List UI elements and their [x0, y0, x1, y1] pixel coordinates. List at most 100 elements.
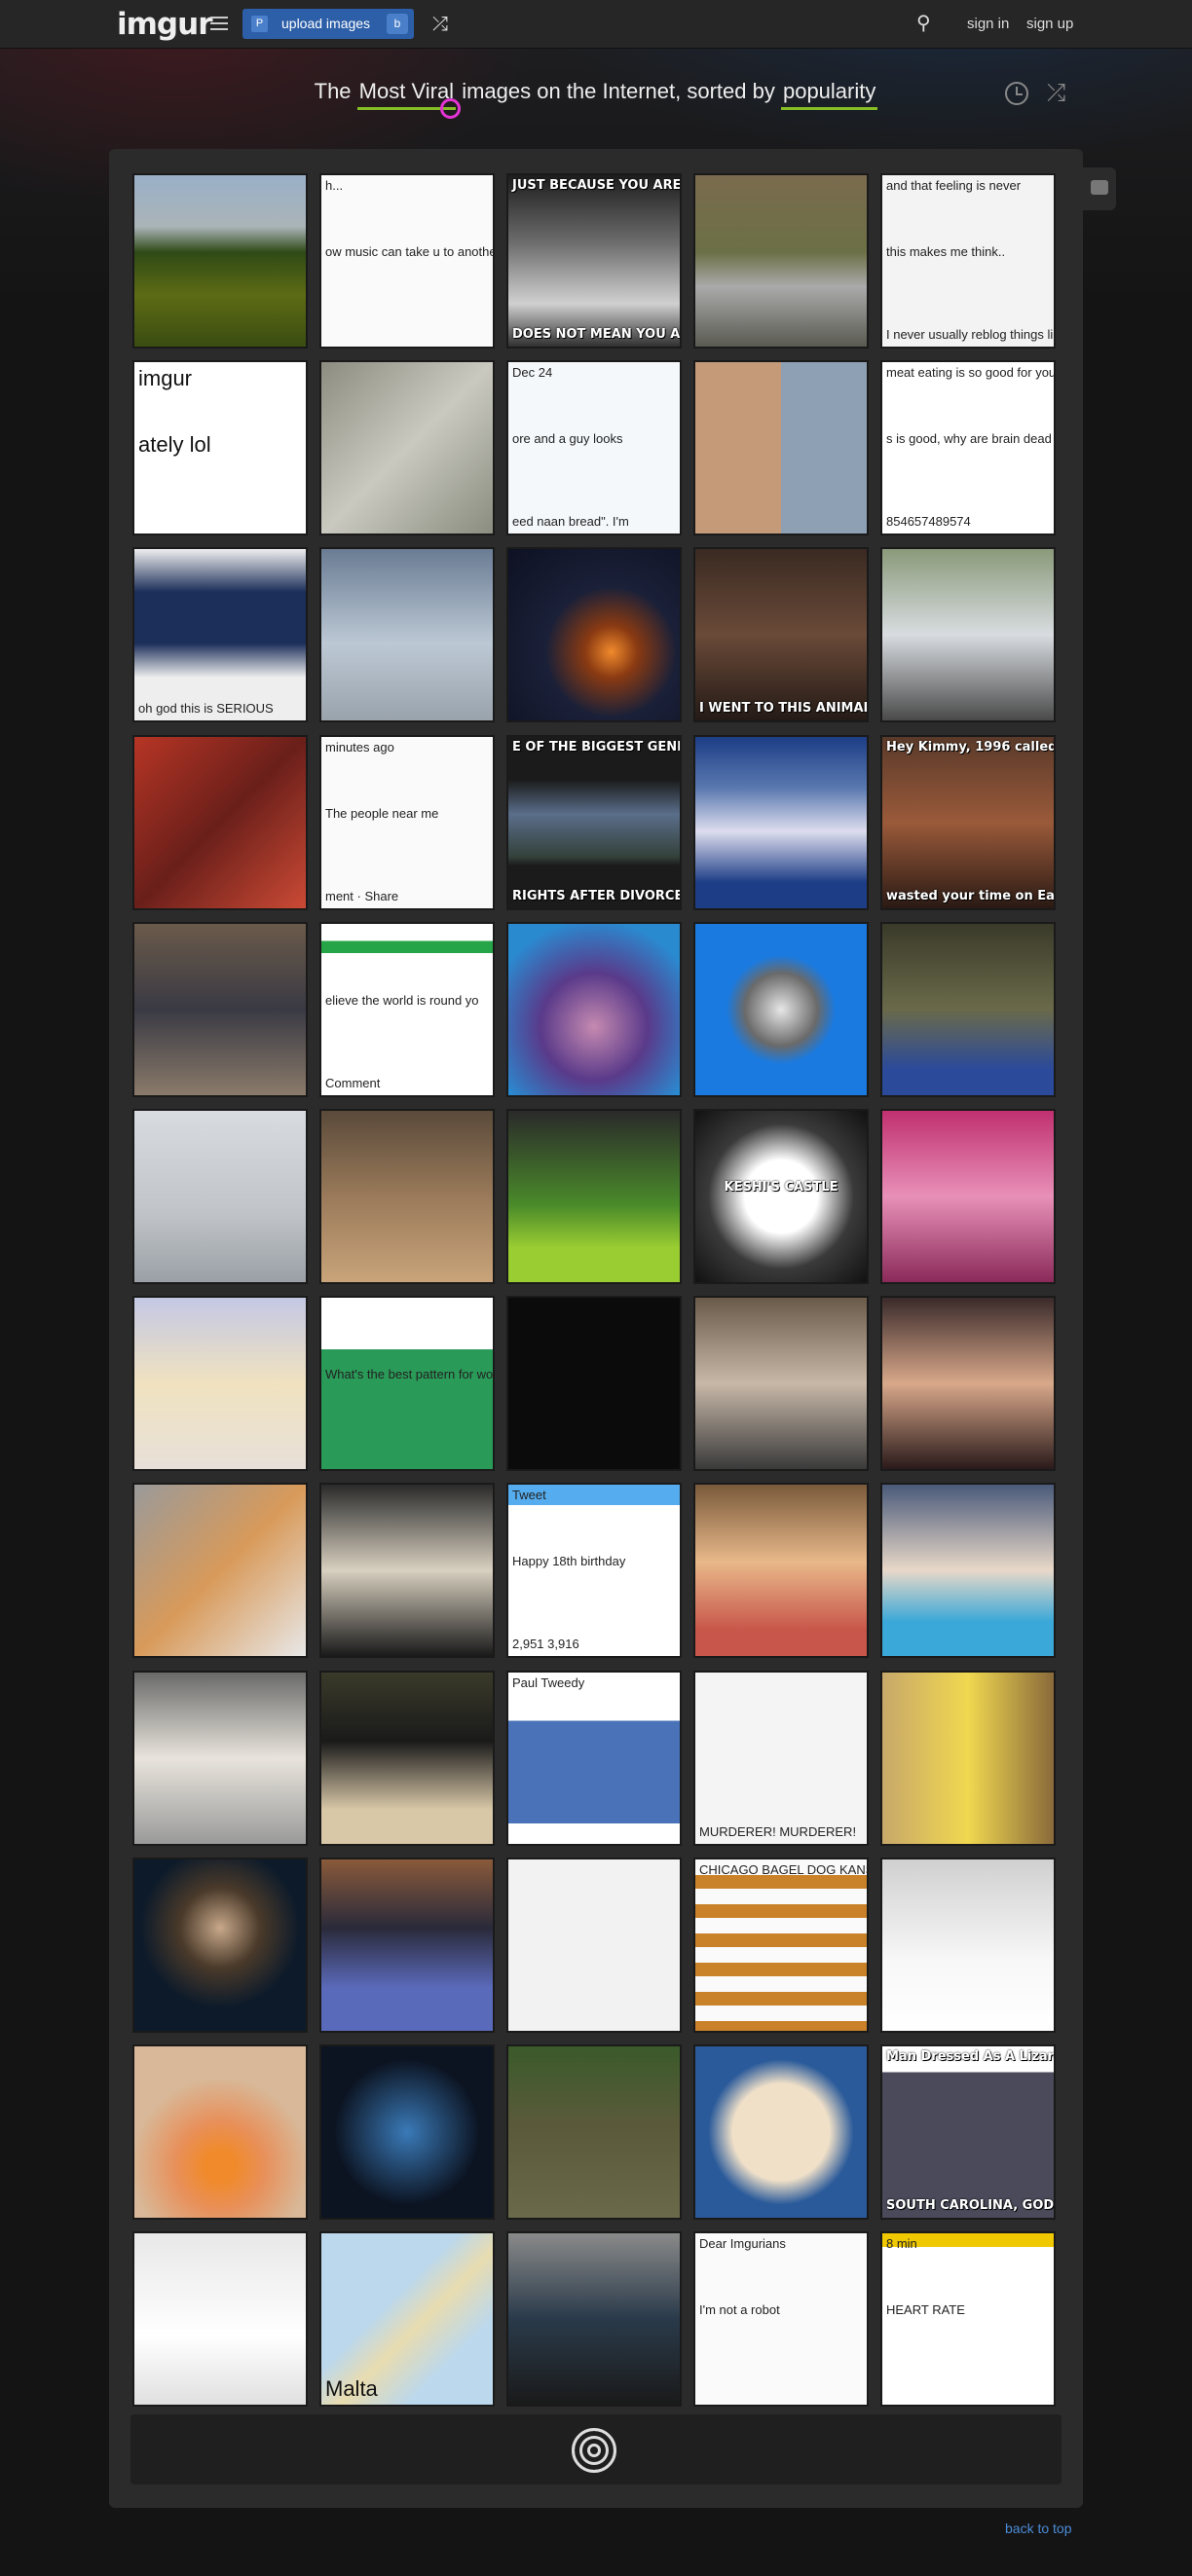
- gallery-thumbnail[interactable]: [132, 1109, 308, 1284]
- sign-up-link[interactable]: sign up: [1026, 16, 1073, 32]
- thumbnail-caption-bot: [134, 2025, 306, 2029]
- thumbnail-caption-top: [134, 739, 306, 743]
- gallery-thumbnail[interactable]: [132, 2044, 308, 2220]
- gallery-thumbnail[interactable]: [132, 922, 308, 1097]
- gallery-thumbnail[interactable]: MURDERER! MURDERER!: [693, 1671, 869, 1846]
- gallery-thumbnail[interactable]: [506, 2044, 682, 2220]
- gallery-thumbnail[interactable]: and that feeling is never this makes me t…: [880, 173, 1056, 349]
- search-icon[interactable]: ⚲: [916, 11, 931, 35]
- gallery-thumbnail[interactable]: [132, 735, 308, 910]
- gallery-thumbnail[interactable]: [880, 1671, 1056, 1846]
- gallery-thumbnail[interactable]: Hey Kimmy, 1996 called. wasted your time …: [880, 735, 1056, 910]
- thumbnail-caption-bot: [882, 1838, 1054, 1842]
- back-to-top-link[interactable]: back to top: [1005, 2521, 1072, 2536]
- thumbnail-caption-top: [134, 177, 306, 181]
- gallery-thumbnail[interactable]: [506, 1858, 682, 2033]
- gallery-thumbnail[interactable]: Tweet Happy 18th birthday 2,951 3,916: [506, 1483, 682, 1658]
- thumbnail-caption-top: [321, 1300, 493, 1304]
- gallery-thumbnail[interactable]: Dear Imgurians I'm not a robot: [693, 2231, 869, 2407]
- gallery-thumbnail[interactable]: CHICAGO BAGEL DOG KANSAS CITY: [693, 1858, 869, 2033]
- gallery-thumbnail[interactable]: elieve the world is round yo Comment: [319, 922, 495, 1097]
- gallery-thumbnail[interactable]: I WENT TO THIS ANIMAL HO... GET ME A PIT…: [693, 547, 869, 722]
- gallery-thumbnail[interactable]: [132, 1483, 308, 1658]
- cursor-highlight: [440, 98, 461, 119]
- thumbnail-caption-mid: [321, 1179, 493, 1183]
- thumbnail-caption-mid: ately lol: [138, 432, 211, 457]
- gallery-thumbnail[interactable]: [880, 1858, 1056, 2033]
- thumbnail-caption-mid: [321, 2301, 493, 2305]
- thumbnail-caption-mid: [134, 1366, 306, 1370]
- thumbnail-caption-bot: I never usually reblog things like this: [886, 327, 1054, 343]
- thumbnail-caption-mid: [508, 1741, 680, 1745]
- sort-order-selector[interactable]: popularity: [780, 79, 878, 110]
- gallery-thumbnail[interactable]: [880, 922, 1056, 1097]
- gallery-thumbnail[interactable]: [693, 360, 869, 535]
- thumbnail-caption-top: and that feeling is never: [886, 178, 1022, 193]
- gallery-thumbnail[interactable]: meat eating is so good for you, then wh s…: [880, 360, 1056, 535]
- gallery-thumbnail[interactable]: [880, 1109, 1056, 1284]
- gallery-thumbnail[interactable]: h... ow music can take u to anothe: [319, 173, 495, 349]
- gallery-thumbnail[interactable]: Man Dressed As A Lizard, Or 'Lizard M SOU…: [880, 2044, 1056, 2220]
- thumbnail-caption-mid: [695, 805, 867, 809]
- gallery-thumbnail[interactable]: [319, 1483, 495, 1658]
- thumbnail-caption-mid: [882, 1928, 1054, 1932]
- shuffle-icon[interactable]: ⤮: [432, 14, 448, 36]
- gallery-thumbnail[interactable]: [880, 1483, 1056, 1658]
- thumbnail-caption-bot: RIGHTS AFTER DIVORCE: [512, 889, 680, 904]
- gallery-thumbnail[interactable]: [319, 1858, 495, 2033]
- gallery-thumbnail[interactable]: imgur ately lol: [132, 360, 308, 535]
- random-mode-icon[interactable]: ⤮: [1047, 80, 1065, 107]
- gallery-thumbnail[interactable]: E OF THE BIGGEST GEND RIGHTS AFTER DIVORC…: [506, 735, 682, 910]
- thumbnail-caption-bot: [695, 2399, 867, 2403]
- gallery-thumbnail[interactable]: minutes ago The people near me ment · Shar…: [319, 735, 495, 910]
- gallery-thumbnail[interactable]: [132, 1671, 308, 1846]
- sign-in-link[interactable]: sign in: [967, 16, 1009, 32]
- gallery-thumbnail[interactable]: [319, 1671, 495, 1846]
- thumbnail-caption-mid: ow music can take u to anothe: [325, 244, 493, 259]
- clock-icon[interactable]: [1005, 82, 1028, 105]
- gallery-thumbnail[interactable]: 8 min HEART RATE: [880, 2231, 1056, 2407]
- thumbnail-caption-mid: ore and a guy looks: [512, 431, 623, 446]
- gallery-thumbnail[interactable]: [506, 1109, 682, 1284]
- gallery-thumbnail[interactable]: [693, 922, 869, 1097]
- gallery-thumbnail[interactable]: Dec 24 ore and a guy looks eed naan bread"…: [506, 360, 682, 535]
- thumbnail-caption-bot: [321, 1650, 493, 1654]
- thumbnail-caption-mid: [134, 617, 306, 621]
- gallery-thumbnail[interactable]: [693, 1296, 869, 1471]
- thumbnail-caption-bot: [695, 902, 867, 906]
- thumbnail-caption-bot: 2,951 3,916: [512, 1637, 579, 1652]
- gallery-thumbnail[interactable]: Malta: [319, 2231, 495, 2407]
- upload-images-button[interactable]: P upload images b: [242, 9, 414, 39]
- gallery-thumbnail[interactable]: Paul Tweedy: [506, 1671, 682, 1846]
- comments-toggle-icon[interactable]: [1083, 167, 1116, 210]
- gallery-thumbnail[interactable]: [132, 173, 308, 349]
- gallery-thumbnail[interactable]: [132, 2231, 308, 2407]
- gallery-thumbnail[interactable]: [880, 1296, 1056, 1471]
- gallery-thumbnail[interactable]: What's the best pattern for working?: [319, 1296, 495, 1471]
- gallery-thumbnail[interactable]: [693, 735, 869, 910]
- gallery-thumbnail[interactable]: [319, 1109, 495, 1284]
- thumbnail-caption-bot: [134, 341, 306, 345]
- thumbnail-caption-bot: [695, 1089, 867, 1093]
- gallery-thumbnail[interactable]: KESHI'S CASTLE: [693, 1109, 869, 1284]
- gallery-thumbnail[interactable]: [132, 1858, 308, 2033]
- gallery-thumbnail[interactable]: [506, 547, 682, 722]
- gallery-thumbnail[interactable]: oh god this is SERIOUS: [132, 547, 308, 722]
- thumbnail-caption-top: [882, 1487, 1054, 1490]
- gallery-thumbnail[interactable]: [693, 2044, 869, 2220]
- gallery-thumbnail[interactable]: [132, 1296, 308, 1471]
- gallery-thumbnail[interactable]: [693, 1483, 869, 1658]
- gallery-thumbnail[interactable]: [506, 922, 682, 1097]
- gallery-thumbnail[interactable]: [693, 173, 869, 349]
- gallery-thumbnail[interactable]: [506, 2231, 682, 2407]
- gallery-thumbnail[interactable]: [880, 547, 1056, 722]
- thumbnail-caption-top: [134, 1674, 306, 1678]
- gallery-thumbnail[interactable]: JUST BECAUSE YOU ARE UNIQUE DOES NOT MEAN…: [506, 173, 682, 349]
- gallery-thumbnail[interactable]: [319, 2044, 495, 2220]
- menu-icon[interactable]: [210, 17, 228, 30]
- imgur-spinner-icon: [572, 2428, 616, 2473]
- gallery-thumbnail[interactable]: [319, 547, 495, 722]
- gallery-thumbnail[interactable]: [506, 1296, 682, 1471]
- imgur-logo[interactable]: imgur: [117, 7, 212, 42]
- gallery-thumbnail[interactable]: [319, 360, 495, 535]
